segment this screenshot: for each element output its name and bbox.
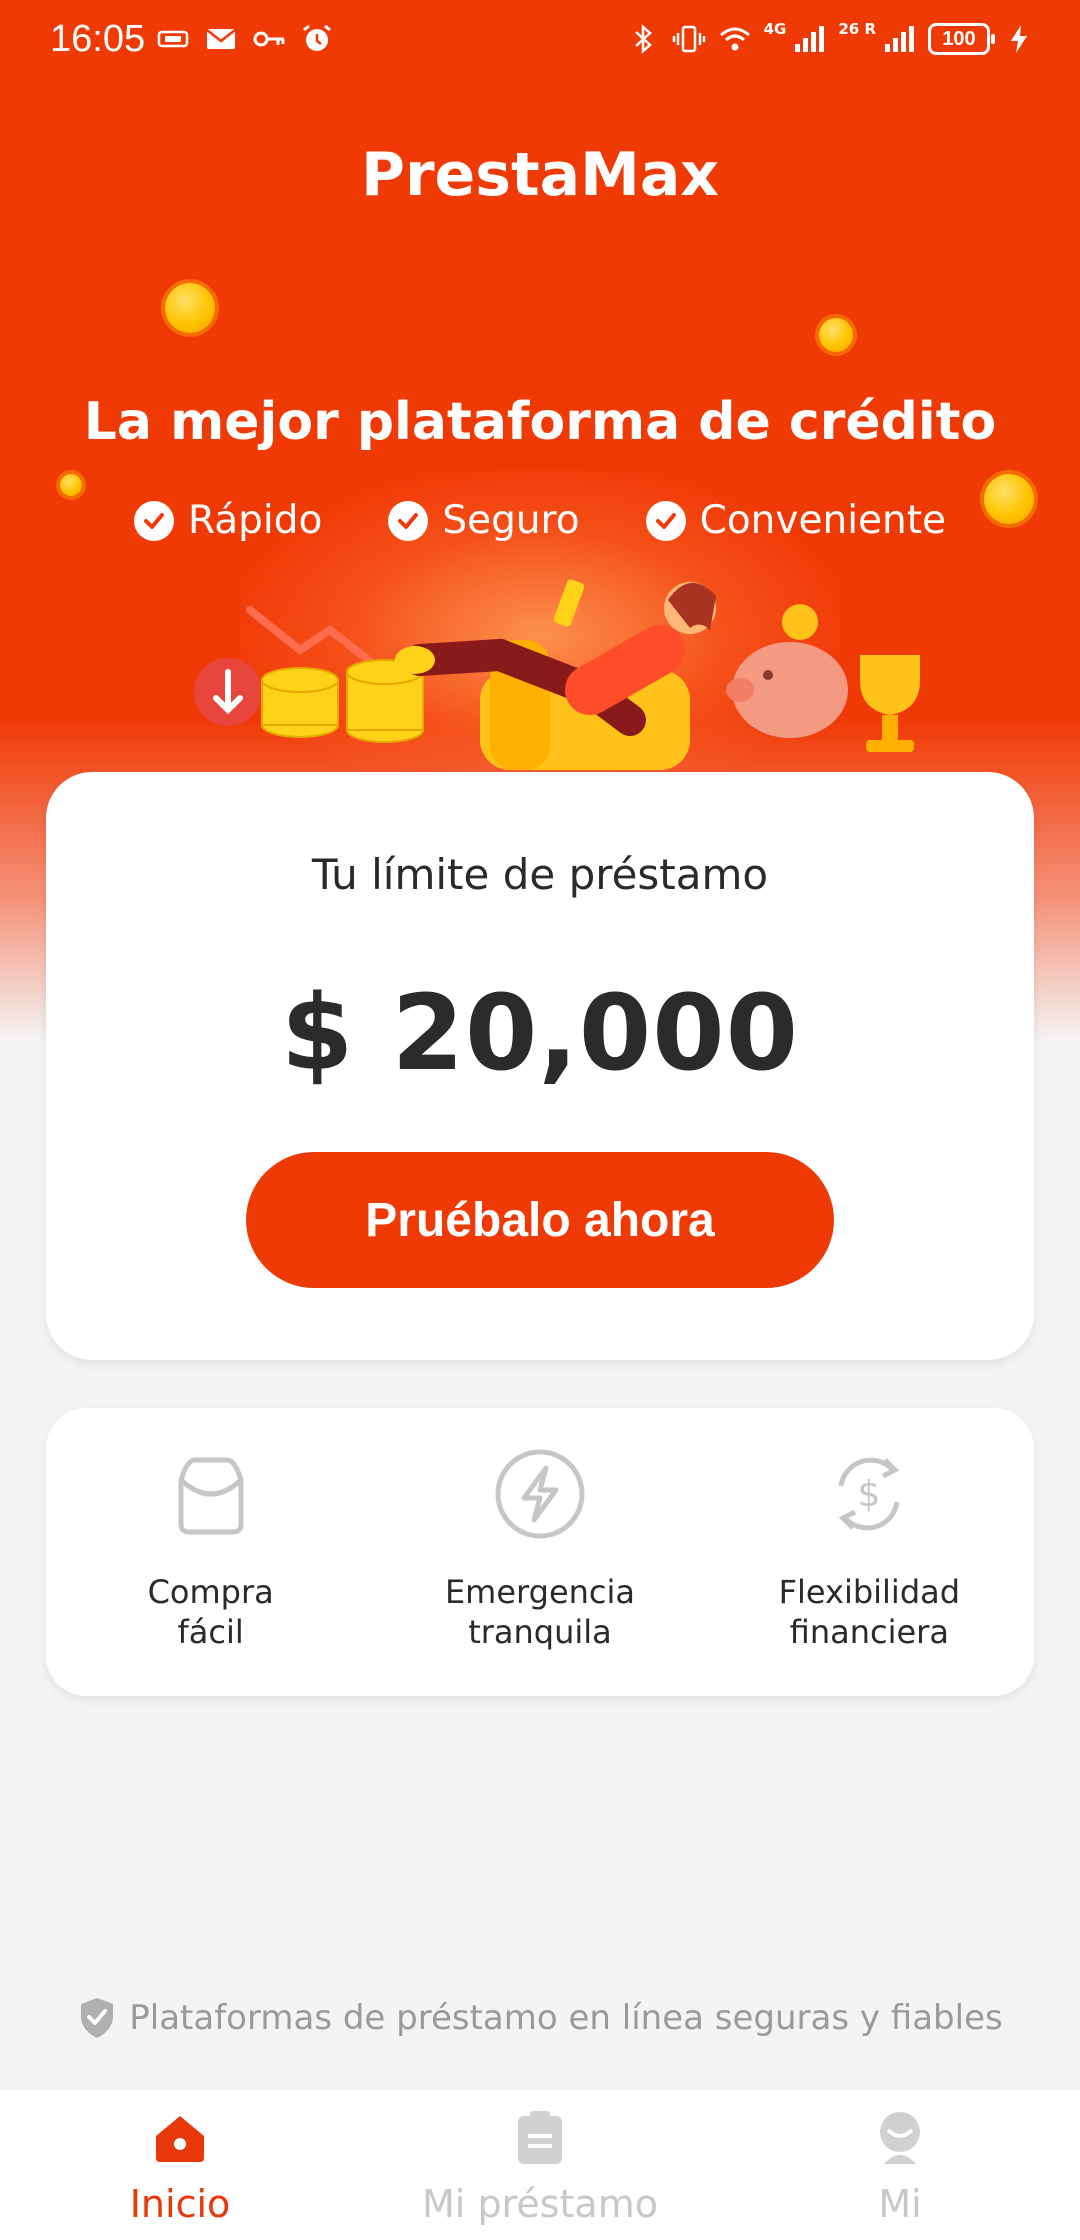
profile-icon xyxy=(870,2108,930,2168)
feature-item: Rápido xyxy=(133,498,323,543)
coin-decoration xyxy=(819,318,853,352)
benefit-label-line: fácil xyxy=(177,1613,244,1651)
check-icon xyxy=(388,500,429,541)
nav-item-mi[interactable]: Mi xyxy=(720,2090,1080,2240)
feature-item: Conveniente xyxy=(645,498,947,543)
coin-decoration xyxy=(60,474,82,496)
alarm-icon xyxy=(300,22,334,56)
charging-icon xyxy=(1002,22,1036,56)
bluetooth-icon xyxy=(626,22,660,56)
key-icon xyxy=(252,22,286,56)
tagline: La mejor plataforma de crédito xyxy=(83,392,997,452)
status-time: 16:05 xyxy=(50,18,146,60)
clipboard-icon xyxy=(510,2108,570,2168)
signal-label-2: 26 R xyxy=(838,20,876,38)
benefit-label-line: Emergencia xyxy=(444,1573,635,1611)
benefit-label: Flexibilidad financiera xyxy=(749,1572,989,1652)
status-right-icons: 4G 26 R 100 xyxy=(626,20,1036,56)
loan-limit-label: Tu límite de préstamo xyxy=(311,850,769,899)
vibrate-icon xyxy=(672,22,706,56)
check-icon xyxy=(645,500,686,541)
feature-list: Rápido Seguro Conveniente xyxy=(0,498,1080,543)
svg-text:$: $ xyxy=(858,1474,881,1515)
wifi-icon xyxy=(718,22,752,56)
nav-item-inicio[interactable]: Inicio xyxy=(0,2090,360,2240)
nav-item-mi-prestamo[interactable]: Mi préstamo xyxy=(360,2090,720,2240)
feature-label: Conveniente xyxy=(699,498,947,543)
nav-label: Inicio xyxy=(129,2182,231,2226)
benefit-item[interactable]: Emergencia tranquila xyxy=(375,1408,704,1696)
nav-label: Mi préstamo xyxy=(422,2182,658,2226)
check-icon xyxy=(133,500,174,541)
feature-item: Seguro xyxy=(388,498,580,543)
app-title: PrestaMax xyxy=(360,140,720,210)
signal-icon xyxy=(882,22,916,56)
coin-decoration xyxy=(165,283,215,333)
benefit-label-line: tranquila xyxy=(468,1613,612,1651)
bottom-nav: Inicio Mi préstamo Mi xyxy=(0,2090,1080,2240)
loan-card: Tu límite de préstamo $ 20,000 Pruébalo … xyxy=(46,772,1034,1360)
nav-label: Mi xyxy=(878,2182,922,2226)
lightning-icon xyxy=(492,1446,588,1542)
benefit-label-line: financiera xyxy=(789,1613,949,1651)
benefits-card: Compra fácil Emergencia tranquila $ Flex… xyxy=(46,1408,1034,1696)
mail-icon xyxy=(204,22,238,56)
benefit-label-line: Flexibilidad xyxy=(778,1573,961,1611)
shopping-bag-icon xyxy=(163,1446,259,1542)
benefit-label: Compra fácil xyxy=(91,1572,331,1652)
shield-icon xyxy=(77,1996,117,2040)
feature-label: Rápido xyxy=(187,498,323,543)
home-icon xyxy=(150,2108,210,2168)
feature-label: Seguro xyxy=(442,498,580,543)
signal-label-1: 4G xyxy=(763,20,787,38)
data-saver-icon xyxy=(156,22,190,56)
secure-note-text: Plataformas de préstamo en línea seguras… xyxy=(129,1998,1003,2038)
hero-illustration xyxy=(190,560,950,770)
benefit-label: Emergencia tranquila xyxy=(420,1572,660,1652)
secure-note: Plataformas de préstamo en línea seguras… xyxy=(0,1996,1080,2040)
status-left-icons xyxy=(156,22,334,56)
loan-amount: $ 20,000 xyxy=(281,972,799,1094)
benefit-item[interactable]: Compra fácil xyxy=(46,1408,375,1696)
benefit-label-line: Compra xyxy=(147,1573,274,1611)
benefit-item[interactable]: $ Flexibilidad financiera xyxy=(705,1408,1034,1696)
try-now-button[interactable]: Pruébalo ahora xyxy=(246,1152,834,1288)
dollar-refresh-icon: $ xyxy=(821,1446,917,1542)
status-bar: 16:05 4G 26 R 100 xyxy=(0,0,1080,82)
signal-icon xyxy=(792,22,826,56)
battery-icon: 100 xyxy=(928,23,995,55)
